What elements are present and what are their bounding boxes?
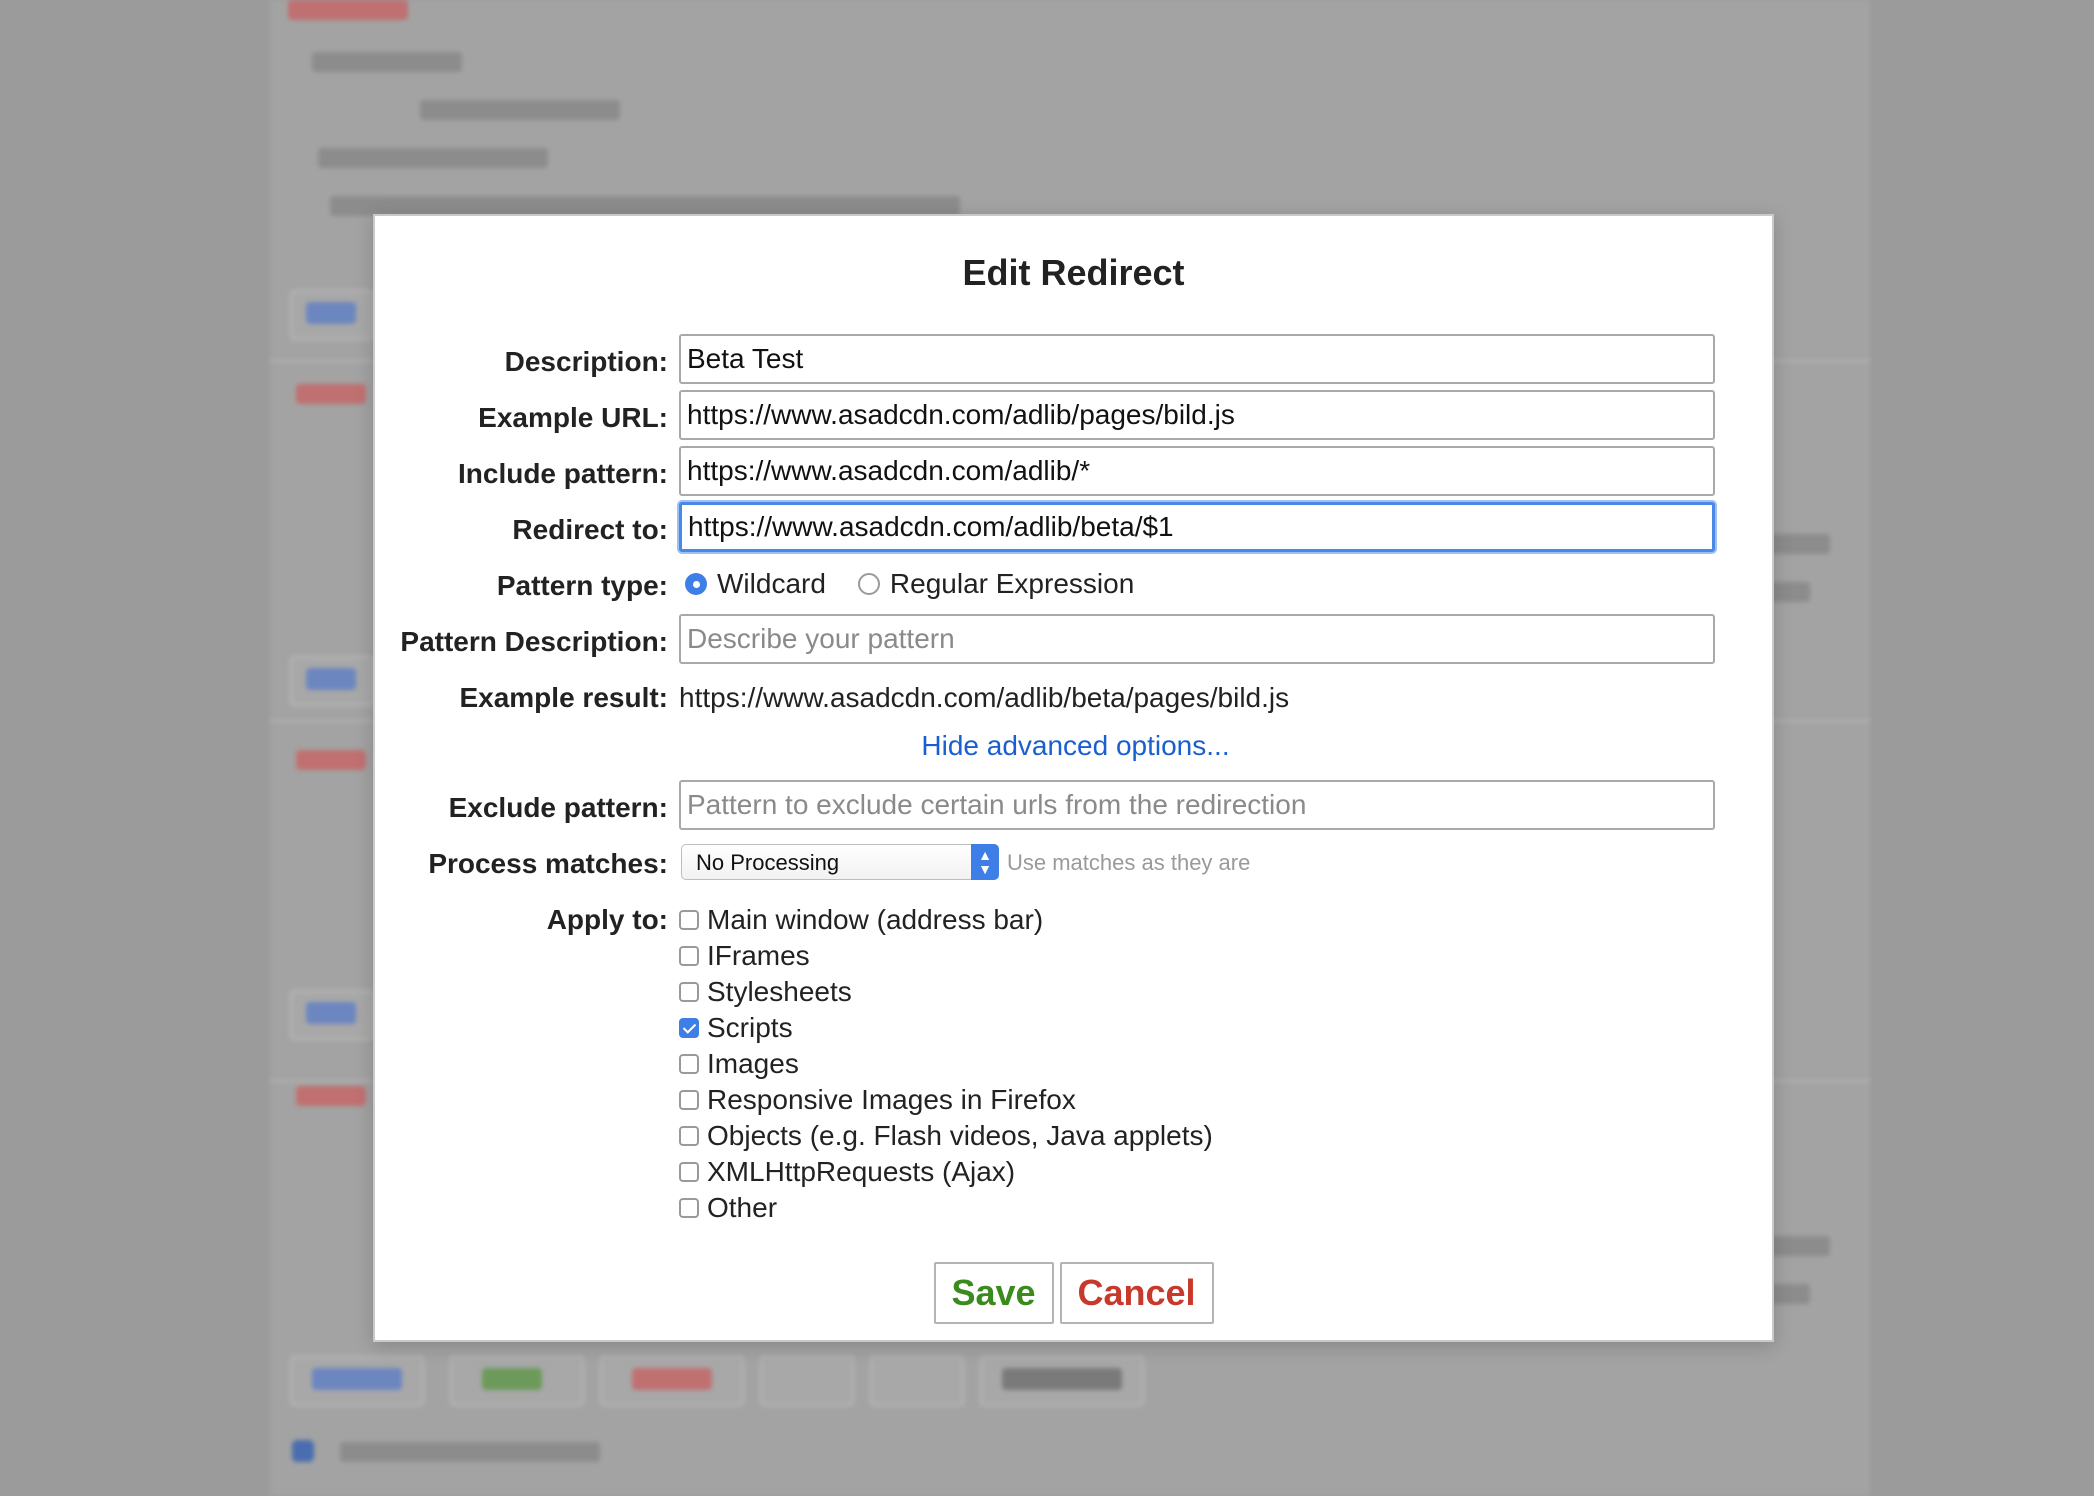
- bg-line: [330, 196, 960, 216]
- example-result-label: Example result:: [459, 682, 668, 713]
- bg-line: [312, 52, 462, 72]
- checkbox[interactable]: [679, 1162, 699, 1182]
- checkbox[interactable]: [679, 1198, 699, 1218]
- bg-button: [290, 656, 374, 706]
- apply-item-label: Main window (address bar): [707, 904, 1044, 935]
- apply-item-label: XMLHttpRequests (Ajax): [707, 1156, 1016, 1187]
- apply-item-label: Stylesheets: [707, 976, 852, 1007]
- bg-line: [288, 0, 408, 20]
- hide-advanced-options-link[interactable]: Hide advanced options...: [375, 730, 1776, 762]
- include-pattern-row: Include pattern:: [375, 446, 1776, 498]
- pattern-type-options: Wildcard Regular Expression: [679, 568, 1134, 600]
- select-arrows-icon: ▲ ▼: [971, 844, 999, 880]
- description-label: Description:: [504, 346, 668, 377]
- process-matches-select[interactable]: No Processing ▲ ▼: [681, 844, 999, 880]
- redirect-to-row: Redirect to:: [375, 502, 1776, 554]
- process-matches-label: Process matches:: [428, 848, 668, 879]
- bg-line: [296, 1086, 366, 1106]
- include-pattern-label: Include pattern:: [457, 458, 668, 489]
- advanced-options-row: Hide advanced options...: [375, 720, 1776, 772]
- bg-button: [450, 1356, 584, 1406]
- redirect-to-input[interactable]: [679, 502, 1715, 552]
- description-input[interactable]: [679, 334, 1715, 384]
- example-url-label: Example URL:: [478, 402, 668, 433]
- example-url-row: Example URL:: [375, 390, 1776, 442]
- include-pattern-input[interactable]: [679, 446, 1715, 496]
- apply-main-window[interactable]: Main window (address bar): [679, 902, 1213, 938]
- dialog-buttons: Save Cancel: [375, 1262, 1772, 1324]
- apply-stylesheets[interactable]: Stylesheets: [679, 974, 1213, 1010]
- bg-button: [760, 1356, 854, 1406]
- checkbox[interactable]: [679, 946, 699, 966]
- checkbox[interactable]: [679, 1126, 699, 1146]
- apply-images[interactable]: Images: [679, 1046, 1213, 1082]
- regex-radio[interactable]: [857, 573, 880, 595]
- process-matches-row: Process matches: No Processing ▲ ▼ Use ma…: [375, 836, 1776, 888]
- pattern-description-label: Pattern Description:: [400, 626, 668, 657]
- redirect-to-label: Redirect to:: [512, 514, 668, 545]
- apply-to-list: Main window (address bar) IFrames Styles…: [679, 902, 1213, 1226]
- apply-responsive-images[interactable]: Responsive Images in Firefox: [679, 1082, 1213, 1118]
- apply-item-label: Images: [707, 1048, 799, 1079]
- bg-line: [296, 750, 366, 770]
- bg-line: [420, 100, 620, 120]
- description-row: Description:: [375, 334, 1776, 386]
- apply-item-label: Scripts: [707, 1012, 793, 1043]
- bg-button: [290, 990, 374, 1040]
- edit-redirect-dialog: Edit Redirect Description: Example URL: …: [373, 214, 1774, 1342]
- example-result-value: https://www.asadcdn.com/adlib/beta/pages…: [679, 682, 1290, 713]
- process-matches-hint: Use matches as they are: [1007, 850, 1251, 875]
- checkbox[interactable]: [679, 982, 699, 1002]
- checkbox[interactable]: [679, 1090, 699, 1110]
- exclude-pattern-label: Exclude pattern:: [448, 792, 668, 823]
- bg-button: [600, 1356, 744, 1406]
- apply-item-label: IFrames: [707, 940, 810, 971]
- apply-scripts[interactable]: Scripts: [679, 1010, 1213, 1046]
- example-result-row: Example result: https://www.asadcdn.com/…: [375, 670, 1776, 722]
- regex-radio-label[interactable]: Regular Expression: [890, 568, 1134, 600]
- pattern-type-row: Pattern type: Wildcard Regular Expressio…: [375, 558, 1776, 610]
- dialog-title: Edit Redirect: [962, 252, 1185, 293]
- exclude-pattern-input[interactable]: [679, 780, 1715, 830]
- bg-button: [290, 1356, 424, 1406]
- cancel-button[interactable]: Cancel: [1059, 1262, 1214, 1324]
- apply-other[interactable]: Other: [679, 1190, 1213, 1226]
- apply-objects[interactable]: Objects (e.g. Flash videos, Java applets…: [679, 1118, 1213, 1154]
- apply-item-label: Objects (e.g. Flash videos, Java applets…: [707, 1120, 1213, 1151]
- bg-line: [296, 384, 366, 404]
- apply-item-label: Other: [707, 1192, 778, 1223]
- example-url-input[interactable]: [679, 390, 1715, 440]
- apply-to-label: Apply to:: [546, 904, 668, 935]
- pattern-description-row: Pattern Description:: [375, 614, 1776, 666]
- apply-item-label: Responsive Images in Firefox: [707, 1084, 1076, 1115]
- bg-line: [318, 148, 548, 168]
- pattern-type-label: Pattern type:: [496, 570, 668, 601]
- checkbox[interactable]: [679, 1054, 699, 1074]
- bg-button: [870, 1356, 964, 1406]
- apply-iframes[interactable]: IFrames: [679, 938, 1213, 974]
- checkbox-checked[interactable]: [679, 1018, 699, 1038]
- checkbox[interactable]: [679, 910, 699, 930]
- bg-button: [980, 1356, 1144, 1406]
- bg-checkbox: [292, 1440, 314, 1462]
- bg-line: [340, 1442, 600, 1462]
- save-button[interactable]: Save: [933, 1262, 1054, 1324]
- process-matches-value: No Processing: [696, 850, 840, 875]
- bg-button: [290, 290, 374, 340]
- pattern-description-input[interactable]: [679, 614, 1715, 664]
- wildcard-radio[interactable]: [685, 573, 707, 595]
- apply-xhr[interactable]: XMLHttpRequests (Ajax): [679, 1154, 1213, 1190]
- exclude-pattern-row: Exclude pattern:: [375, 780, 1776, 832]
- wildcard-radio-label[interactable]: Wildcard: [717, 568, 826, 600]
